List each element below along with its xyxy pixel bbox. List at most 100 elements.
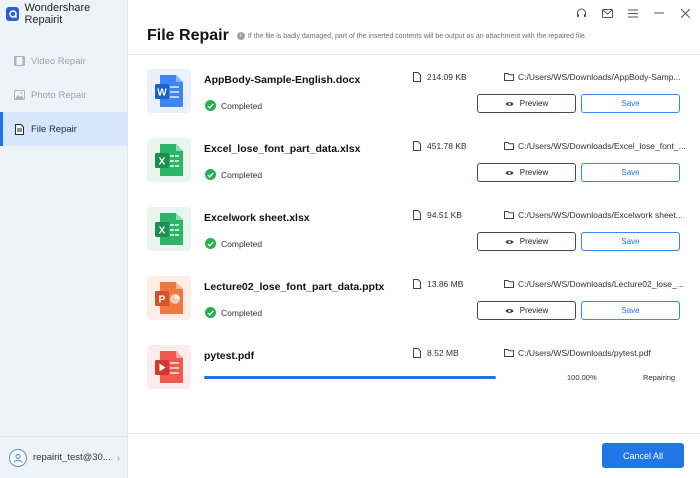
page-title: File Repair: [147, 27, 229, 44]
save-button[interactable]: Save: [581, 163, 680, 182]
file-list: W AppBody-Sample-English.docx Completed …: [128, 56, 700, 401]
avatar-icon: [9, 448, 27, 467]
sidebar-item-label: Photo Repair: [31, 89, 87, 101]
file-size-text: 214.09 KB: [427, 72, 467, 82]
file-name: Excel_lose_font_part_data.xlsx: [204, 143, 361, 155]
folder-icon: [504, 73, 514, 81]
file-size-text: 451.78 KB: [427, 141, 467, 151]
file-path: C:/Users/WS/Downloads/pytest.pdf: [504, 348, 651, 358]
chevron-right-icon: ›: [117, 452, 120, 463]
excel-file-icon: X: [147, 207, 191, 251]
eye-icon: [505, 170, 514, 176]
excel-file-icon: X: [147, 138, 191, 182]
file-path-text: C:/Users/WS/Downloads/AppBody-Samp...: [518, 72, 681, 82]
file-path: C:/Users/WS/Downloads/AppBody-Samp...: [504, 72, 681, 82]
file-path: C:/Users/WS/Downloads/Lecture02_lose_...: [504, 279, 684, 289]
sidebar: Wondershare Repairit Video Repair Photo …: [0, 0, 128, 478]
status-text: Completed: [221, 307, 263, 318]
sidebar-item-file-repair[interactable]: File Repair: [0, 112, 128, 146]
file-path: C:/Users/WS/Downloads/Excel_lose_font_..…: [504, 141, 686, 151]
preview-button[interactable]: Preview: [477, 163, 576, 182]
document-icon: [413, 279, 421, 289]
svg-text:X: X: [159, 226, 166, 237]
file-name: Excelwork sheet.xlsx: [204, 212, 310, 224]
page-header: File Repair i If the file is badly damag…: [147, 27, 587, 45]
save-button[interactable]: Save: [581, 301, 680, 320]
document-icon: [413, 141, 421, 151]
preview-button[interactable]: Preview: [477, 94, 576, 113]
file-size: 94.51 KB: [413, 210, 462, 220]
header-divider: [128, 54, 700, 55]
document-icon: [413, 348, 421, 358]
status-text: Completed: [221, 169, 263, 180]
file-row: X Excel_lose_font_part_data.xlsx Complet…: [128, 125, 700, 194]
status-text: Completed: [221, 100, 263, 111]
document-icon: [413, 210, 421, 220]
check-circle-icon: [205, 238, 216, 249]
brand: Wondershare Repairit: [6, 2, 127, 26]
user-account[interactable]: repairit_test@30... ›: [0, 436, 128, 478]
save-button[interactable]: Save: [581, 94, 680, 113]
check-circle-icon: [205, 307, 216, 318]
file-icon: [13, 123, 25, 135]
status-text: Completed: [221, 238, 263, 249]
status-completed: Completed: [205, 307, 262, 318]
preview-button[interactable]: Preview: [477, 232, 576, 251]
file-size-text: 8.52 MB: [427, 348, 459, 358]
file-path-text: C:/Users/WS/Downloads/Lecture02_lose_...: [518, 279, 684, 289]
preview-button[interactable]: Preview: [477, 301, 576, 320]
folder-icon: [504, 211, 514, 219]
file-path-text: C:/Users/WS/Downloads/Excelwork sheet...: [518, 210, 683, 220]
eye-icon: [505, 308, 514, 314]
progress-percent: 100.00%: [567, 373, 597, 382]
file-row: P Lecture02_lose_font_part_data.pptx Com…: [128, 263, 700, 332]
check-circle-icon: [205, 100, 216, 111]
sidebar-item-video-repair[interactable]: Video Repair: [0, 44, 128, 78]
file-name: AppBody-Sample-English.docx: [204, 74, 361, 86]
menu-icon[interactable]: [626, 6, 640, 20]
window-controls: [574, 6, 692, 20]
user-email: repairit_test@30...: [33, 452, 111, 463]
file-name: Lecture02_lose_font_part_data.pptx: [204, 281, 385, 293]
folder-icon: [504, 280, 514, 288]
file-size: 451.78 KB: [413, 141, 467, 151]
repair-state: Repairing: [643, 373, 676, 382]
app-logo-icon: [6, 7, 20, 21]
sidebar-item-label: Video Repair: [31, 55, 86, 67]
file-path-text: C:/Users/WS/Downloads/pytest.pdf: [518, 348, 651, 358]
file-row: W AppBody-Sample-English.docx Completed …: [128, 56, 700, 125]
repair-progress-fill: [204, 376, 496, 379]
repair-progress-bar: [204, 376, 496, 379]
footer: Cancel All: [128, 433, 700, 478]
file-size-text: 13.86 MB: [427, 279, 464, 289]
file-name: pytest.pdf: [204, 350, 255, 362]
info-icon: i: [236, 32, 245, 40]
file-size: 8.52 MB: [413, 348, 459, 358]
file-size-text: 94.51 KB: [427, 210, 462, 220]
eye-icon: [505, 101, 514, 107]
svg-text:W: W: [157, 88, 167, 99]
svg-text:P: P: [159, 295, 166, 306]
cancel-all-button[interactable]: Cancel All: [602, 443, 684, 468]
photo-icon: [13, 89, 25, 101]
sidebar-nav: Video Repair Photo Repair File Repair: [0, 44, 128, 146]
file-size: 214.09 KB: [413, 72, 467, 82]
folder-icon: [504, 349, 514, 357]
app-name: Wondershare Repairit: [24, 2, 91, 26]
check-circle-icon: [205, 169, 216, 180]
folder-icon: [504, 142, 514, 150]
close-icon[interactable]: [678, 6, 692, 20]
file-row: X Excelwork sheet.xlsx Completed 94.51 K…: [128, 194, 700, 263]
minimize-icon[interactable]: [652, 6, 666, 20]
word-file-icon: W: [147, 69, 191, 113]
preview-label: Preview: [519, 168, 549, 177]
file-size: 13.86 MB: [413, 279, 463, 289]
video-icon: [13, 55, 25, 67]
sidebar-item-photo-repair[interactable]: Photo Repair: [0, 78, 128, 112]
mail-icon[interactable]: [600, 6, 614, 20]
file-row: pytest.pdf 8.52 MB C:/Users/WS/Downloads…: [128, 332, 700, 401]
headset-support-icon[interactable]: [574, 6, 588, 20]
preview-label: Preview: [519, 237, 549, 246]
save-button[interactable]: Save: [581, 232, 680, 251]
status-completed: Completed: [205, 100, 262, 111]
